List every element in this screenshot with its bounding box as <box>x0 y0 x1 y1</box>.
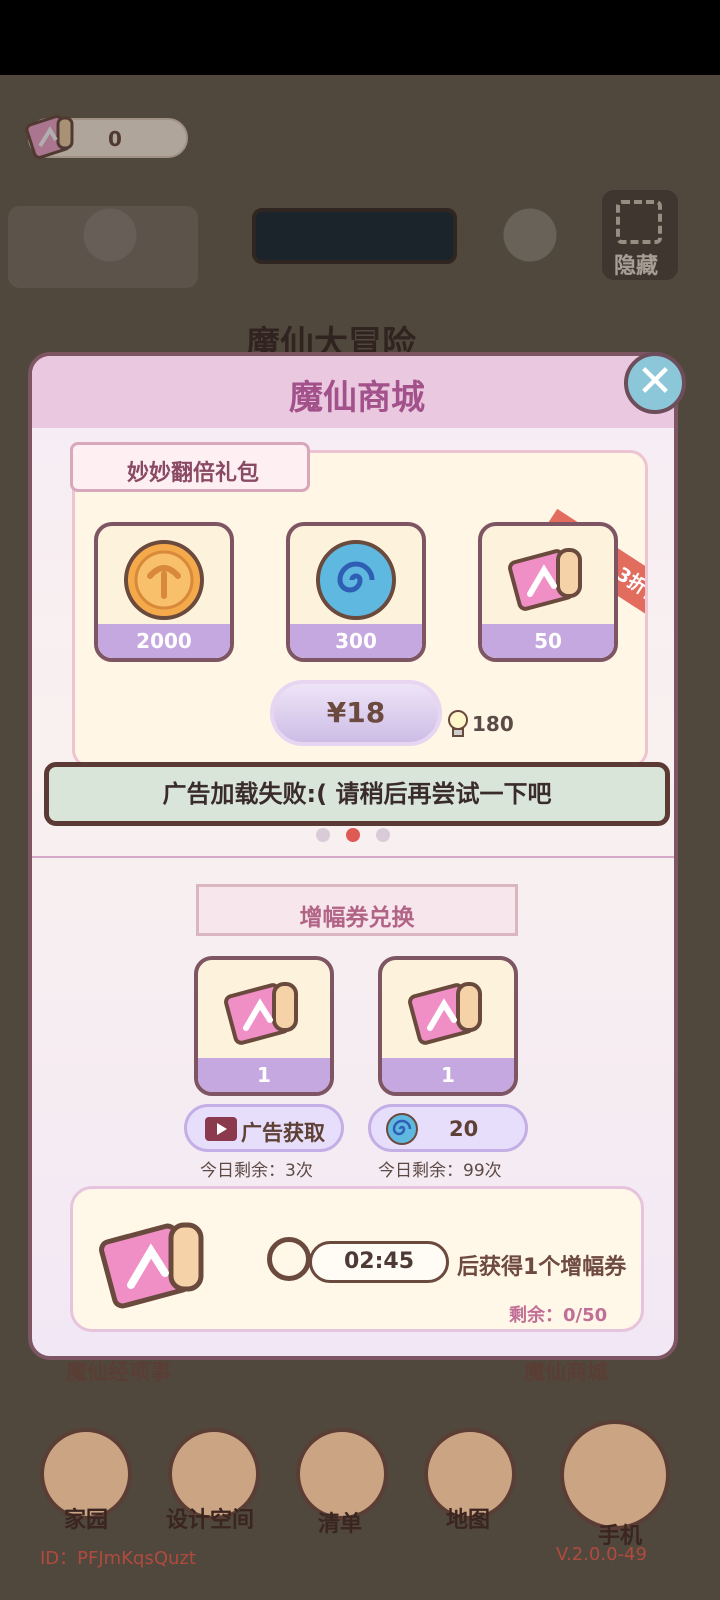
ad-remaining: 今日剩余：3次 <box>200 1161 313 1181</box>
player-id: ID：PFJmKqsQuzt <box>40 1548 196 1569</box>
buy-gift-pack-button[interactable]: ¥18 <box>270 680 442 746</box>
gift-item-swirl[interactable]: 300 <box>286 522 426 662</box>
coin-icon <box>124 540 204 620</box>
page-dot[interactable] <box>376 828 390 842</box>
countdown-timer: 02:45 <box>309 1241 449 1283</box>
timer-remaining: 剩余：0/50 <box>509 1305 608 1326</box>
nav-phone-button[interactable] <box>560 1420 670 1530</box>
page-dot-active[interactable] <box>346 828 360 842</box>
modal-title: 魔仙商城 <box>289 378 425 418</box>
exchange-title: 增幅券兑换 <box>299 905 415 931</box>
page-dot[interactable] <box>316 828 330 842</box>
shop-label[interactable]: 魔仙商城 <box>524 1356 608 1386</box>
page-indicator <box>316 824 396 844</box>
timer-card: 02:45 后获得1个增幅券 剩余：0/50 <box>70 1186 644 1332</box>
story-label[interactable]: 魔仙经项事 <box>66 1356 171 1386</box>
swirl-exchange-button[interactable]: 20 <box>368 1104 528 1152</box>
gift-item-coin[interactable]: 2000 <box>94 522 234 662</box>
status-bar-area <box>0 0 720 75</box>
nav-list-label: 清单 <box>318 1512 363 1537</box>
ad-failed-toast: 广告加载失败:( 请稍后再尝试一下吧 <box>44 762 670 826</box>
exchange-item-ad[interactable]: 1 <box>194 956 334 1096</box>
nav-design-label: 设计空间 <box>166 1508 255 1533</box>
boost-ticket-icon <box>408 982 482 1045</box>
bonus-count: 180 <box>472 712 514 736</box>
item-qty: 2000 <box>98 624 230 658</box>
exchange-item-swirl[interactable]: 1 <box>378 956 518 1096</box>
gift-item-ticket[interactable]: 50 <box>478 522 618 662</box>
item-qty: 50 <box>482 624 614 658</box>
item-qty: 300 <box>290 624 422 658</box>
watch-ad-label: 广告获取 <box>241 1121 325 1145</box>
nav-home-label: 家园 <box>64 1508 109 1533</box>
nav-map-label: 地图 <box>446 1508 491 1533</box>
shop-modal: 魔仙商城 1.3折优惠中 妙妙翻倍礼包 2000 300 50 ¥18 180 … <box>28 352 678 1360</box>
swirl-remaining: 今日剩余：99次 <box>378 1161 502 1181</box>
boost-ticket-icon <box>224 982 298 1045</box>
version-label: V.2.0.0-49 <box>556 1544 647 1565</box>
lightbulb-icon <box>448 710 468 737</box>
magic-swirl-icon <box>386 1113 418 1145</box>
video-play-icon <box>205 1117 237 1141</box>
swirl-cost: 20 <box>449 1117 479 1141</box>
item-qty: 1 <box>198 1058 330 1092</box>
magic-swirl-icon <box>316 540 396 620</box>
close-icon: ✕ <box>636 356 674 407</box>
watch-ad-button[interactable]: 广告获取 <box>184 1104 344 1152</box>
close-button[interactable]: ✕ <box>624 352 686 414</box>
clock-icon <box>267 1237 311 1281</box>
gift-pack-title: 妙妙翻倍礼包 <box>126 461 259 486</box>
timer-reward-text: 后获得1个增幅券 <box>457 1255 627 1280</box>
boost-ticket-icon <box>508 548 582 611</box>
item-qty: 1 <box>382 1058 514 1092</box>
boost-ticket-icon <box>99 1222 204 1309</box>
exchange-title-banner: 增幅券兑换 <box>196 884 518 936</box>
modal-header: 魔仙商城 <box>32 356 674 428</box>
section-divider <box>32 856 674 858</box>
gift-pack-title-banner: 妙妙翻倍礼包 <box>70 442 310 492</box>
